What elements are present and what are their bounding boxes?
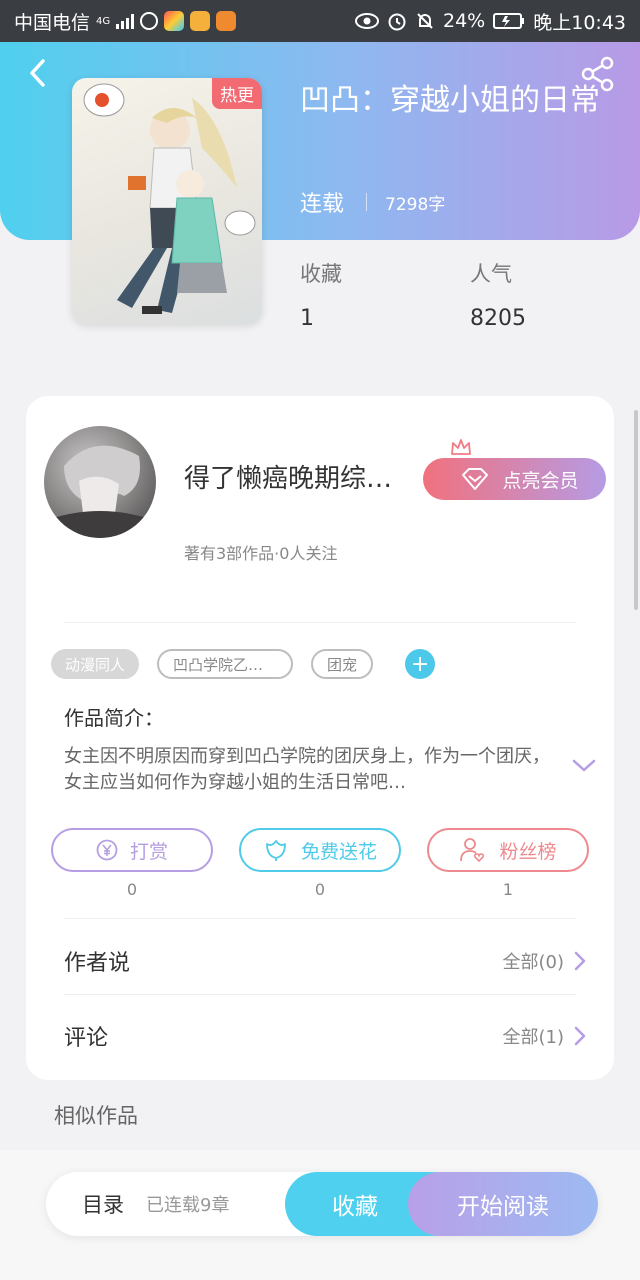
app-icon-cup: [190, 11, 211, 31]
expand-intro-button[interactable]: [572, 758, 596, 777]
intro-text: 女主因不明原因而穿到凹凸学院的团厌身上，作为一个团厌，女主应当如何作为穿越小姐的…: [64, 746, 550, 793]
comments-row[interactable]: 评论 全部(1): [64, 1016, 586, 1056]
cover-illustration: [83, 83, 256, 314]
chevron-down-icon: [572, 759, 596, 772]
divider: [64, 994, 576, 995]
tip-label: 打赏: [129, 840, 168, 863]
intro-label: 作品简介：: [64, 706, 164, 730]
battery-icon: [493, 13, 525, 29]
diamond-icon: [462, 468, 489, 490]
author-says-row[interactable]: 作者说 全部(0): [64, 941, 586, 981]
flower-count: 0: [314, 880, 326, 899]
add-tag-button[interactable]: +: [405, 649, 436, 679]
vip-button-label: 点亮会员: [502, 469, 579, 492]
comments-label: 评论: [64, 1026, 109, 1051]
carrier-label: 中国电信: [14, 11, 91, 34]
signal-icon: [116, 13, 135, 29]
hot-badge: 热更: [212, 78, 262, 109]
flower-icon: [266, 840, 286, 861]
author-name[interactable]: 得了懒癌晚期综…: [184, 458, 414, 495]
popularity-stat: 人气 8205: [470, 258, 526, 331]
start-reading-button[interactable]: 开始阅读: [408, 1172, 598, 1236]
tip-count: 0: [126, 880, 138, 899]
fan-ranking-button[interactable]: 粉丝榜: [427, 828, 589, 872]
network-label: 4G: [96, 15, 111, 27]
crown-icon: [451, 439, 471, 455]
author-says-link[interactable]: 全部(0): [503, 948, 587, 974]
status-bar: 中国电信 4G 24% 晚上10:43: [0, 0, 640, 42]
tag-list: 动漫同人 凹凸学院乙… 团宠 +: [51, 649, 436, 679]
app-icon-play: [216, 11, 237, 31]
author-meta: 著有3部作品·0人关注: [184, 544, 338, 563]
wechat-icon: [140, 12, 159, 30]
similar-works-heading: 相似作品: [54, 1104, 138, 1128]
comments-link[interactable]: 全部(1): [503, 1023, 587, 1049]
send-flower-button[interactable]: 免费送花: [239, 828, 401, 872]
author-says-label: 作者说: [64, 951, 131, 976]
plus-icon: +: [410, 651, 430, 677]
alarm-icon: [388, 13, 406, 31]
popularity-value: 8205: [470, 306, 526, 331]
battery-percent: 24%: [443, 10, 486, 32]
tip-button[interactable]: 打赏: [51, 828, 213, 872]
author-avatar[interactable]: [44, 426, 156, 538]
chevron-right-icon: [574, 1026, 586, 1046]
yen-coin-icon: [96, 839, 118, 861]
send-flower-label: 免费送花: [300, 840, 377, 863]
back-button[interactable]: [20, 56, 54, 90]
word-count: 7298字: [385, 194, 446, 215]
book-status-line: 连载 7298字: [300, 186, 445, 218]
avatar-image: [44, 445, 156, 538]
comments-count: 全部(1): [502, 1027, 565, 1048]
mute-bell-icon: [417, 13, 433, 29]
chevron-left-icon: [30, 59, 45, 87]
start-reading-label: 开始阅读: [457, 1194, 549, 1220]
favorite-button-label: 收藏: [332, 1194, 378, 1220]
detail-card: 得了懒癌晚期综… 点亮会员 著有3部作品·0人关注 动漫同人 凹凸学院乙… 团宠…: [26, 396, 614, 1080]
popularity-label: 人气: [470, 262, 512, 286]
divider: [366, 193, 368, 211]
tag-chip[interactable]: 凹凸学院乙…: [157, 649, 294, 679]
serial-status: 连载: [300, 192, 345, 217]
clock-time: 晚上10:43: [533, 11, 626, 34]
bottom-action-bar: 目录 已连载9章 收藏 开始阅读: [46, 1172, 598, 1236]
eye-icon: [355, 13, 379, 29]
book-title: 凹凸：穿越小姐的日常: [300, 83, 600, 118]
tag-chip[interactable]: 动漫同人: [51, 649, 140, 679]
fan-ranking-label: 粉丝榜: [499, 840, 557, 863]
favorites-value: 1: [300, 306, 314, 331]
fan-count: 1: [502, 880, 514, 899]
divider: [64, 918, 576, 919]
favorites-label: 收藏: [300, 262, 342, 286]
favorites-stat: 收藏 1: [300, 258, 342, 331]
scrollbar[interactable]: [634, 410, 638, 610]
vip-button[interactable]: 点亮会员: [423, 458, 606, 500]
book-cover[interactable]: 热更: [72, 78, 262, 324]
author-says-count: 全部(0): [502, 952, 565, 973]
chevron-right-icon: [574, 951, 586, 971]
user-heart-icon: [460, 838, 485, 863]
divider: [64, 622, 576, 623]
chapter-count: 已连载9章: [146, 1195, 230, 1216]
app-icon-multicolor: [164, 11, 185, 31]
tag-chip[interactable]: 团宠: [311, 649, 374, 679]
toc-button[interactable]: 目录: [82, 1189, 124, 1219]
